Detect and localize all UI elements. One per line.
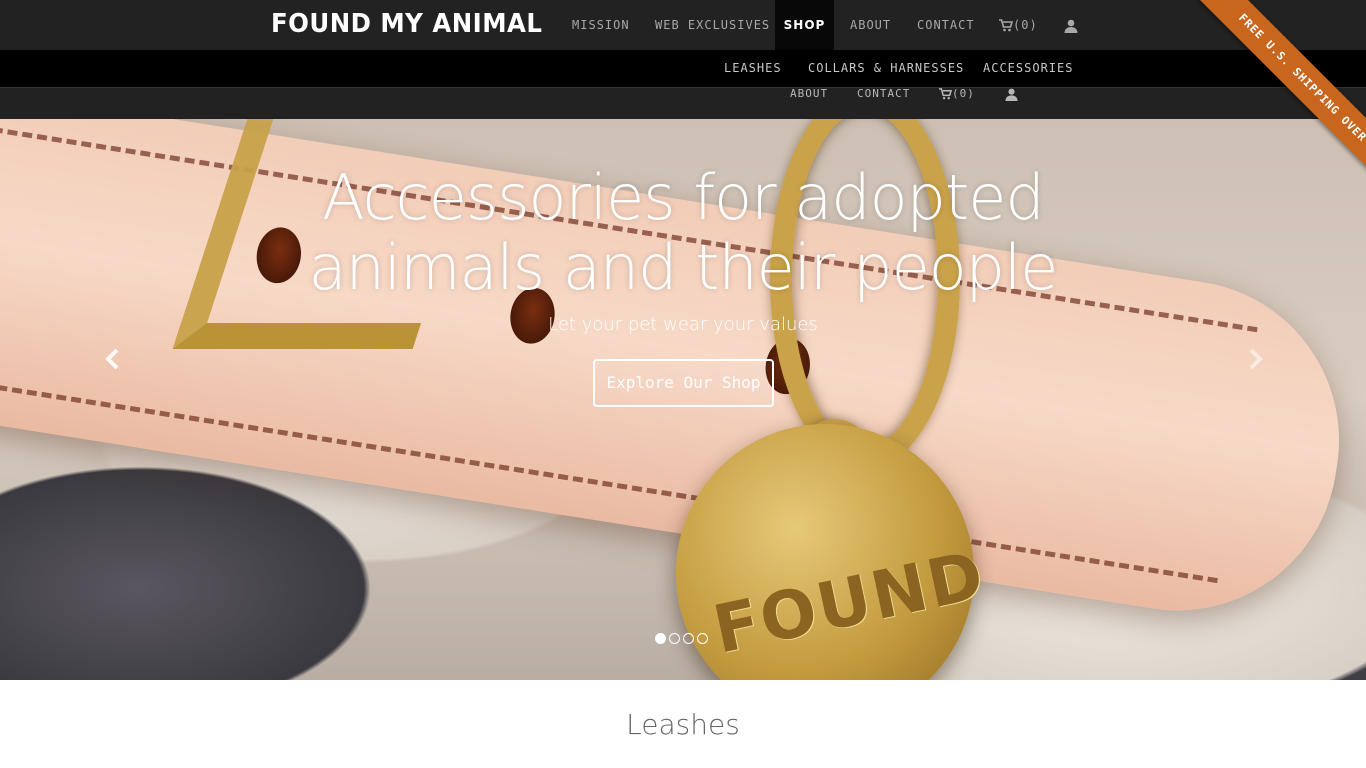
- free-shipping-ribbon[interactable]: FREE U.S. SHIPPING OVER $99: [1198, 0, 1366, 200]
- hero-subtitle: Let your pet wear your values: [548, 314, 818, 335]
- cart-icon: [999, 19, 1013, 32]
- secondary-nav-contact[interactable]: CONTACT: [857, 88, 910, 100]
- shop-submenu: LEASHES COLLARS & HARNESSES ACCESSORIES: [0, 50, 1366, 87]
- shipping-ribbon-container: FREE U.S. SHIPPING OVER $99: [1166, 0, 1366, 200]
- hero-carousel: FOUND Accessories for adopted animals an…: [0, 119, 1366, 680]
- secondary-nav-cart[interactable]: (0): [939, 88, 975, 100]
- submenu-accessories[interactable]: ACCESSORIES: [983, 50, 1073, 87]
- nav-cart[interactable]: (0): [999, 0, 1038, 50]
- secondary-nav-about[interactable]: ABOUT: [790, 88, 828, 100]
- submenu-collars-harnesses[interactable]: COLLARS & HARNESSES: [808, 50, 964, 87]
- carousel-indicators: [655, 633, 708, 644]
- carousel-dot-1[interactable]: [655, 633, 666, 644]
- hero-title-line-1: Accessories for adopted: [322, 161, 1044, 234]
- secondary-cart-count: (0): [952, 87, 975, 100]
- brand-logo[interactable]: FOUND MY ANIMAL: [271, 9, 542, 39]
- nav-shop[interactable]: SHOP: [775, 0, 834, 50]
- nav-about[interactable]: ABOUT: [850, 0, 891, 50]
- top-navbar: FOUND MY ANIMAL MISSION WEB EXCLUSIVES S…: [0, 0, 1366, 50]
- cart-icon: [939, 88, 952, 100]
- secondary-navbar: ABOUT CONTACT (0): [0, 87, 1366, 119]
- submenu-leashes[interactable]: LEASHES: [724, 50, 782, 87]
- section-title-leashes: Leashes: [626, 708, 740, 741]
- cart-count: (0): [1013, 18, 1038, 32]
- chevron-right-icon[interactable]: [1248, 347, 1264, 377]
- carousel-dot-4[interactable]: [697, 633, 708, 644]
- chevron-left-icon[interactable]: [104, 347, 120, 377]
- user-icon: [1005, 88, 1018, 101]
- carousel-dot-2[interactable]: [669, 633, 680, 644]
- nav-contact[interactable]: CONTACT: [917, 0, 975, 50]
- secondary-nav-account[interactable]: [1005, 88, 1018, 101]
- nav-mission[interactable]: MISSION: [572, 0, 630, 50]
- explore-shop-button[interactable]: Explore Our Shop: [593, 359, 774, 407]
- hero-title-line-2: animals and their people: [308, 231, 1059, 304]
- carousel-dot-3[interactable]: [683, 633, 694, 644]
- nav-web-exclusives[interactable]: WEB EXCLUSIVES: [655, 0, 770, 50]
- nav-account[interactable]: [1064, 0, 1078, 50]
- hero-title: Accessories for adopted animals and thei…: [0, 163, 1366, 303]
- user-icon: [1064, 19, 1078, 33]
